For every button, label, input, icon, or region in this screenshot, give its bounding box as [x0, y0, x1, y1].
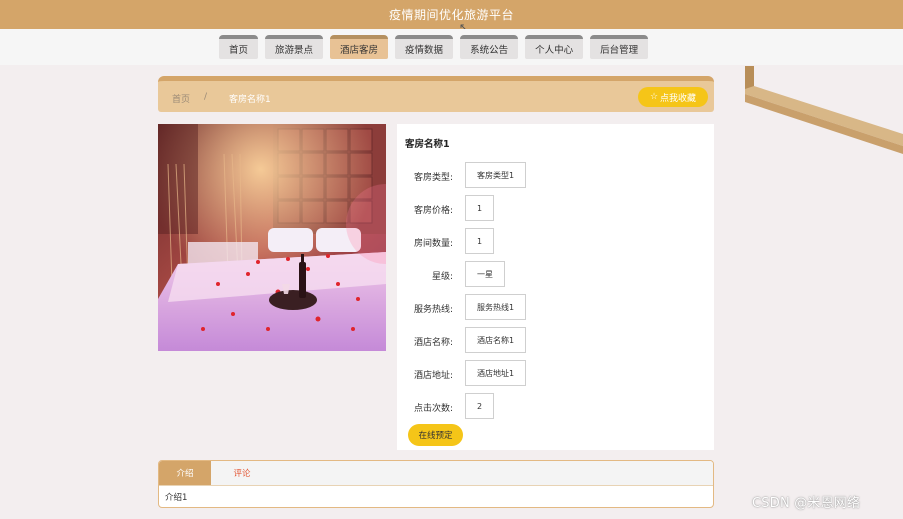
field-label: 房间数量: [413, 239, 453, 249]
nav-tab-home[interactable]: 首页 [219, 35, 259, 59]
field-label: 客房类型: [413, 173, 453, 183]
field-click-count: 点击次数: 2 [397, 393, 714, 419]
tab-introduction[interactable]: 介绍 [159, 461, 211, 485]
site-title: 疫情期间优化旅游平台 [388, 8, 514, 22]
field-label: 服务热线: [413, 305, 453, 315]
field-value: 酒店地址1 [465, 360, 527, 386]
field-star-rating: 星级: 一星 [397, 261, 714, 287]
field-room-count: 房间数量: 1 [397, 228, 714, 254]
field-hotel-name: 酒店名称: 酒店名称1 [397, 327, 714, 353]
room-title: 客房名称1 [405, 139, 450, 150]
field-hotel-address: 酒店地址: 酒店地址1 [397, 360, 714, 386]
field-value: 1 [465, 195, 495, 221]
nav-tab-announcements[interactable]: 系统公告 [460, 35, 519, 59]
tab-comments[interactable]: 评论 [219, 461, 265, 485]
detail-tabs: 介绍 评论 介绍1 [158, 460, 714, 508]
breadcrumb-separator: / [204, 92, 208, 102]
nav-bar: 首页 旅游景点 酒店客房 疫情数据 系统公告 个人中心 后台管理 [0, 29, 903, 65]
field-label: 客房价格: [413, 206, 453, 216]
nav-tab-admin[interactable]: 后台管理 [590, 35, 649, 59]
field-value: 客房类型1 [465, 162, 527, 188]
favorite-button-label: 点我收藏 [660, 93, 697, 104]
field-label: 星级: [431, 272, 453, 282]
nav-tab-attractions[interactable]: 旅游景点 [265, 35, 324, 59]
field-value: 1 [465, 228, 495, 254]
watermark: CSDN @米恩网络 [752, 496, 861, 511]
field-room-price: 客房价格: 1 [397, 195, 714, 221]
field-value: 服务热线1 [465, 294, 527, 320]
nav-tabs: 首页 旅游景点 酒店客房 疫情数据 系统公告 个人中心 后台管理 [219, 35, 649, 59]
breadcrumb-current: 客房名称1 [229, 95, 271, 105]
field-label: 酒店名称: [413, 338, 453, 348]
top-header-bar: 疫情期间优化旅游平台 [0, 0, 903, 29]
tab-content: 介绍1 [165, 493, 188, 503]
field-value: 酒店名称1 [465, 327, 527, 353]
field-service-hotline: 服务热线: 服务热线1 [397, 294, 714, 320]
field-room-type: 客房类型: 客房类型1 [397, 162, 714, 188]
room-detail-panel: 客房名称1 客房类型: 客房类型1 客房价格: 1 房间数量: 1 星级: 一星… [397, 124, 714, 450]
field-label: 点击次数: [413, 404, 453, 414]
detail-tab-header: 介绍 评论 [159, 461, 713, 486]
breadcrumb-home-link[interactable]: 首页 [172, 92, 190, 105]
nav-tab-epidemic-data[interactable]: 疫情数据 [395, 35, 454, 59]
book-online-button[interactable]: 在线预定 [408, 424, 463, 446]
room-photo [158, 124, 386, 351]
breadcrumb-bar: 首页 / 客房名称1 ☆ 点我收藏 [158, 76, 714, 112]
decorative-frame-graphic [745, 64, 903, 154]
star-outline-icon: ☆ [649, 92, 659, 102]
favorite-button[interactable]: ☆ 点我收藏 [638, 87, 708, 107]
field-label: 酒店地址: [413, 371, 453, 381]
nav-tab-user-center[interactable]: 个人中心 [525, 35, 584, 59]
field-value: 一星 [465, 261, 505, 287]
nav-tab-hotel-rooms[interactable]: 酒店客房 [330, 35, 389, 59]
field-value: 2 [465, 393, 495, 419]
